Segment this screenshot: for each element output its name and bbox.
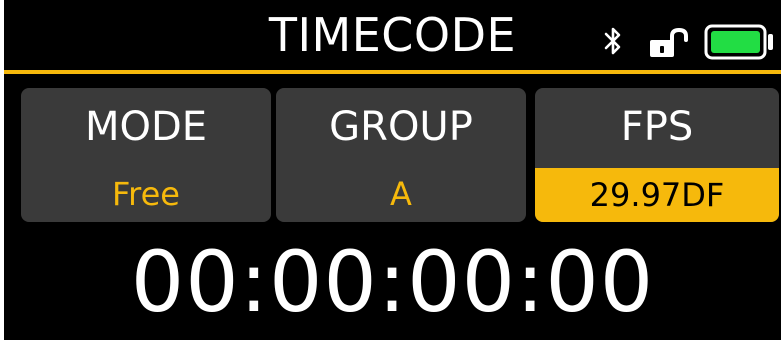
group-value: A bbox=[390, 175, 412, 213]
timecode-readout: 00:00:00:00 bbox=[130, 233, 655, 331]
timecode-screen: TIMECODE MODE Free GROUP A FPS 29.97DF 0… bbox=[4, 0, 781, 340]
mode-setting-tile[interactable]: MODE Free bbox=[21, 88, 271, 222]
battery-full-icon bbox=[704, 24, 773, 60]
bluetooth-icon bbox=[604, 27, 621, 55]
group-label: GROUP bbox=[329, 104, 473, 150]
mode-value: Free bbox=[112, 175, 180, 213]
mode-label: MODE bbox=[84, 104, 208, 150]
header-bar: TIMECODE bbox=[4, 0, 781, 70]
fps-setting-tile[interactable]: FPS 29.97DF bbox=[535, 88, 779, 222]
group-setting-tile[interactable]: GROUP A bbox=[276, 88, 526, 222]
fps-value-selected: 29.97DF bbox=[535, 168, 779, 222]
fps-label: FPS bbox=[620, 104, 694, 150]
header-divider bbox=[4, 70, 781, 74]
unlocked-padlock-icon bbox=[650, 28, 688, 57]
